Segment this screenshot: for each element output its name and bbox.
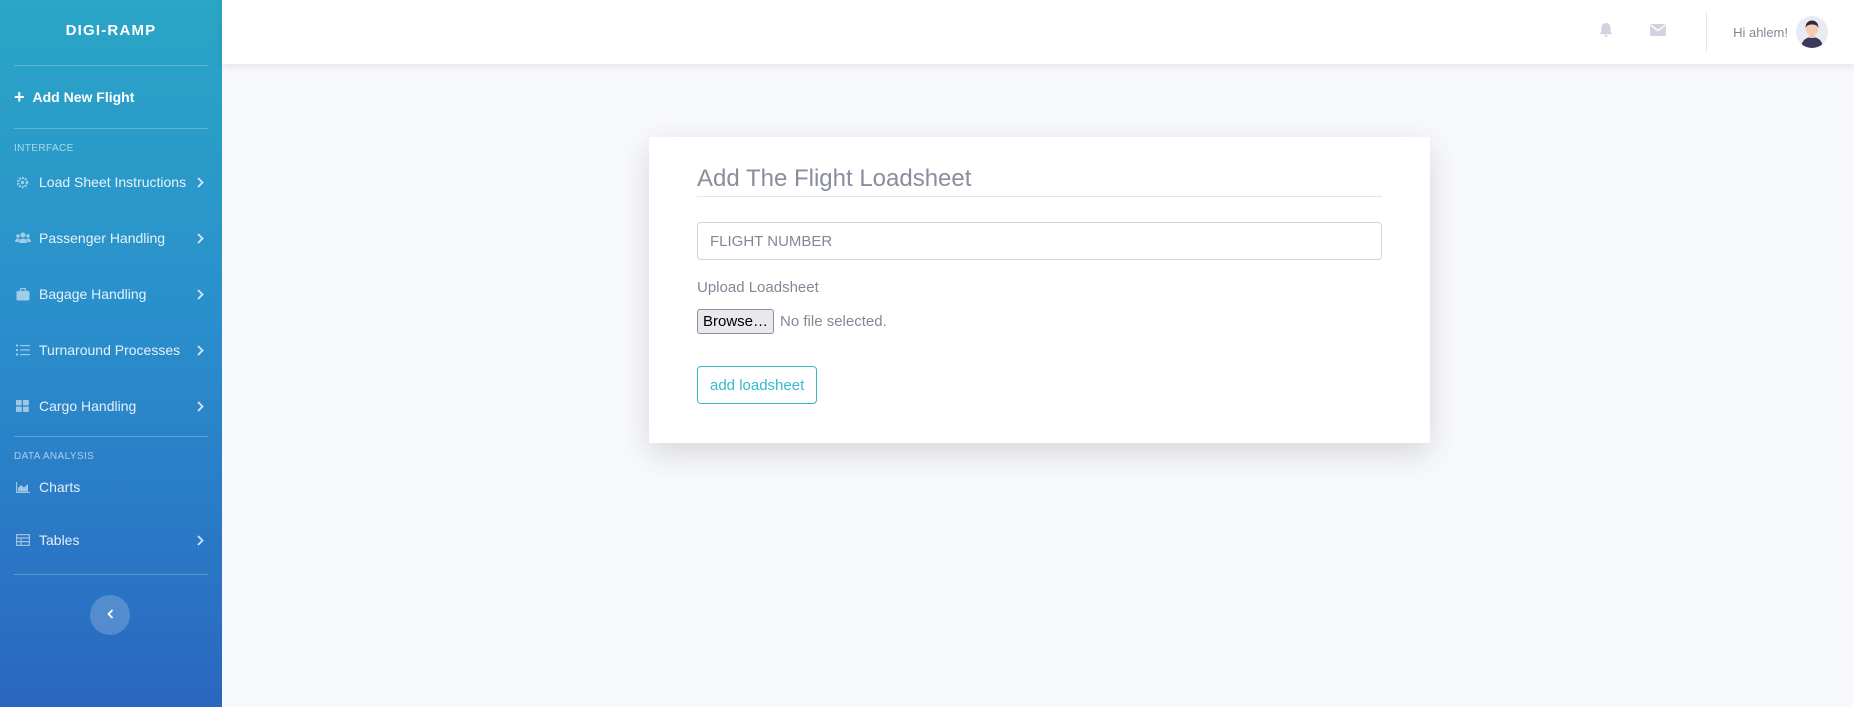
chevron-right-icon	[197, 176, 204, 188]
sidebar-item-cargo-handling[interactable]: Cargo Handling	[0, 378, 222, 434]
chevron-right-icon	[197, 232, 204, 244]
chevron-right-icon	[197, 534, 204, 546]
add-loadsheet-card: Add The Flight Loadsheet Upload Loadshee…	[649, 137, 1430, 443]
avatar	[1796, 16, 1828, 48]
sidebar-item-load-sheet-instructions[interactable]: Load Sheet Instructions	[0, 154, 222, 210]
sidebar-toggle-button[interactable]	[90, 595, 130, 635]
envelope-icon	[1650, 23, 1667, 41]
section-heading-interface: INTERFACE	[14, 143, 74, 154]
brand-logo[interactable]: DIGI-RAMP	[0, 0, 222, 60]
user-menu[interactable]: Hi ahlem!	[1733, 16, 1828, 48]
alerts-button[interactable]	[1580, 22, 1632, 43]
suitcase-icon	[14, 287, 31, 301]
grid-icon	[14, 399, 31, 413]
sidebar-item-tables[interactable]: Tables	[0, 512, 222, 568]
add-loadsheet-button[interactable]: add loadsheet	[697, 366, 818, 404]
chevron-right-icon	[197, 400, 204, 412]
plus-icon: +	[14, 87, 25, 107]
file-status: No file selected.	[780, 313, 887, 330]
sidebar-item-label: Charts	[39, 479, 81, 495]
sidebar-item-label: Passenger Handling	[39, 230, 166, 246]
sidebar-divider	[14, 436, 208, 437]
topbar: Hi ahlem!	[222, 0, 1854, 64]
sidebar-item-label: Tables	[39, 532, 80, 548]
file-picker: Browse… No file selected.	[697, 309, 887, 334]
sidebar-item-label: Load Sheet Instructions	[39, 174, 187, 190]
sidebar-item-bagage-handling[interactable]: Bagage Handling	[0, 266, 222, 322]
sidebar-item-label: Turnaround Processes	[39, 342, 181, 358]
bell-icon	[1599, 22, 1613, 43]
sidebar-divider	[14, 574, 208, 575]
topbar-divider	[1706, 12, 1708, 52]
title-divider	[697, 196, 1382, 197]
chevron-left-icon	[106, 606, 114, 624]
section-heading-data-analysis: DATA ANALYSIS	[14, 451, 95, 462]
sidebar: DIGI-RAMP + Add New Flight INTERFACE Loa…	[0, 0, 222, 707]
sidebar-item-charts[interactable]: Charts	[0, 462, 222, 512]
add-new-flight-label: Add New Flight	[32, 89, 135, 105]
chevron-right-icon	[197, 288, 204, 300]
sidebar-item-label: Cargo Handling	[39, 398, 137, 414]
cog-icon	[14, 175, 31, 189]
page-title: Add The Flight Loadsheet	[697, 165, 972, 192]
sidebar-item-turnaround-processes[interactable]: Turnaround Processes	[0, 322, 222, 378]
flight-number-input[interactable]	[697, 222, 1382, 260]
sidebar-divider	[14, 65, 208, 66]
chevron-right-icon	[197, 344, 204, 356]
messages-button[interactable]	[1632, 23, 1684, 41]
sidebar-divider	[14, 128, 208, 129]
sidebar-item-label: Bagage Handling	[39, 286, 147, 302]
area-chart-icon	[14, 480, 31, 494]
table-icon	[14, 533, 31, 547]
list-icon	[14, 343, 31, 357]
sidebar-item-passenger-handling[interactable]: Passenger Handling	[0, 210, 222, 266]
browse-button[interactable]: Browse…	[697, 309, 775, 334]
upload-loadsheet-label: Upload Loadsheet	[697, 279, 819, 296]
user-greeting: Hi ahlem!	[1733, 24, 1788, 40]
users-icon	[14, 231, 31, 245]
add-new-flight-link[interactable]: + Add New Flight	[0, 71, 222, 123]
